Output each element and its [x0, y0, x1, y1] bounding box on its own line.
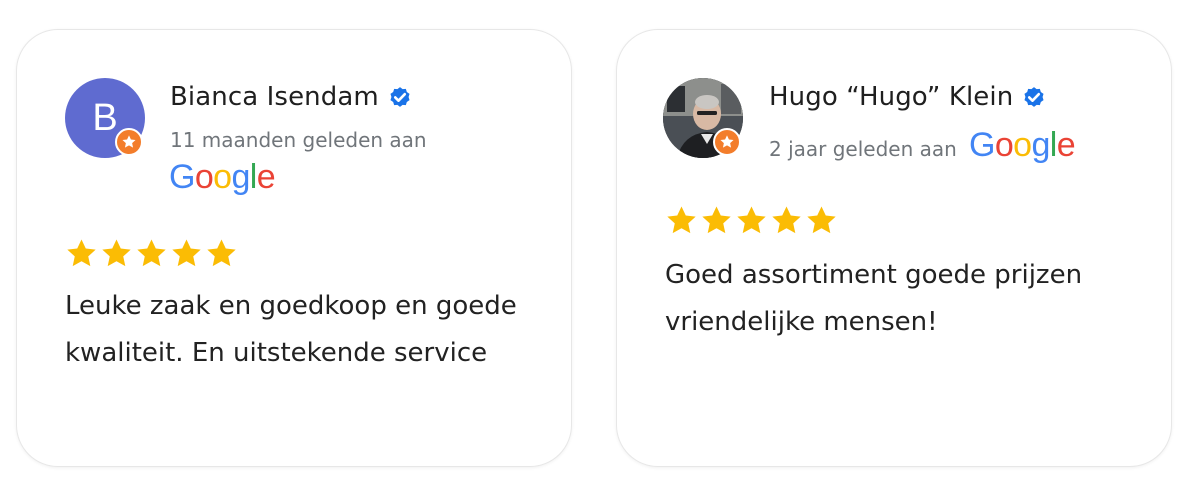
google-logo-letter: o	[994, 126, 1014, 164]
google-logo-letter: G	[169, 158, 195, 196]
star-rating	[65, 237, 238, 270]
reviewer-name-row: Hugo “Hugo” Klein	[769, 82, 1047, 112]
google-logo-letter: l	[1049, 126, 1058, 164]
local-guide-badge-icon	[115, 128, 143, 156]
verified-check-icon	[1024, 87, 1044, 107]
star-rating	[665, 204, 838, 237]
local-guide-badge-icon	[713, 128, 741, 156]
star-icon	[137, 239, 166, 267]
star-icon	[807, 206, 836, 234]
google-logo[interactable]: Google	[969, 126, 1076, 164]
avatar-initial: B	[92, 96, 118, 139]
review-time: 11 maanden geleden aan	[170, 128, 427, 152]
star-icon	[102, 239, 131, 267]
star-icon	[702, 206, 731, 234]
google-logo-letter: o	[1013, 126, 1032, 164]
google-logo-letter: e	[1056, 126, 1076, 164]
star-icon	[207, 239, 236, 267]
star-icon	[772, 206, 801, 234]
star-icon	[667, 206, 696, 234]
reviewer-name[interactable]: Bianca Isendam	[170, 82, 379, 112]
reviewer-name[interactable]: Hugo “Hugo” Klein	[769, 82, 1013, 112]
google-logo-letter: G	[969, 126, 995, 164]
google-logo[interactable]: Google	[169, 158, 276, 196]
star-icon	[172, 239, 201, 267]
star-icon	[737, 206, 766, 234]
review-time: 2 jaar geleden aan	[769, 137, 957, 161]
review-card: B Bianca Isendam 11 maanden geleden aan …	[16, 29, 572, 467]
google-logo-letter: l	[249, 158, 258, 196]
google-logo-letter: o	[213, 158, 232, 196]
review-text: Goed assortiment goede prijzen vriendeli…	[665, 260, 1083, 337]
star-icon	[67, 239, 96, 267]
google-logo-letter: e	[256, 158, 276, 196]
review-text: Leuke zaak en goedkoop en goede kwalitei…	[65, 291, 517, 368]
verified-check-icon	[390, 87, 410, 107]
google-logo-letter: g	[231, 158, 250, 196]
google-logo-letter: g	[1031, 126, 1050, 164]
google-logo-letter: o	[194, 158, 214, 196]
review-card: Hugo “Hugo” Klein 2 jaar geleden aan Goo…	[616, 29, 1172, 467]
reviewer-name-row: Bianca Isendam	[170, 82, 413, 112]
